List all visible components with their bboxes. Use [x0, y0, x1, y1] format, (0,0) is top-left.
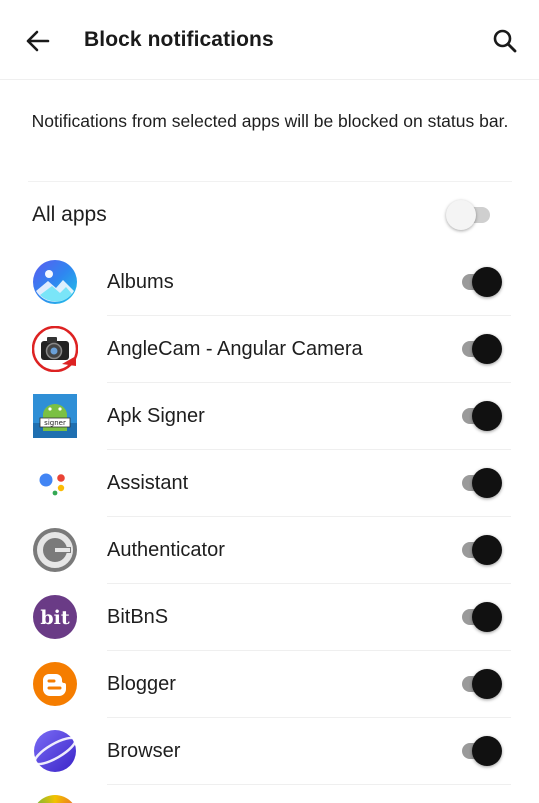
block-toggle[interactable] — [456, 266, 504, 298]
toggle-thumb — [472, 535, 502, 565]
app-list: Albums AngleCam - Angular Camera signer … — [0, 249, 539, 803]
block-toggle[interactable] — [456, 735, 504, 767]
all-apps-toggle[interactable] — [446, 199, 494, 231]
page-title: Block notifications — [84, 28, 274, 51]
list-item-authenticator[interactable]: Authenticator — [0, 517, 539, 584]
list-item-apk-signer[interactable]: signer Apk Signer — [0, 383, 539, 450]
list-item-albums[interactable]: Albums — [0, 249, 539, 316]
app-name: Assistant — [107, 472, 189, 494]
block-toggle[interactable] — [456, 400, 504, 432]
assistant-icon — [32, 460, 78, 506]
block-toggle[interactable] — [456, 467, 504, 499]
divider — [28, 181, 512, 182]
all-apps-row[interactable]: All apps — [0, 183, 539, 249]
toggle-thumb — [472, 736, 502, 766]
list-item-anglecam[interactable]: AngleCam - Angular Camera — [0, 316, 539, 383]
svg-text:signer: signer — [44, 419, 66, 427]
apk-signer-icon: signer — [32, 393, 78, 439]
block-toggle[interactable] — [456, 668, 504, 700]
list-item-partial — [0, 785, 539, 803]
bitbns-logo-text: bit — [40, 607, 70, 629]
app-name: BitBnS — [107, 606, 169, 628]
block-toggle[interactable] — [456, 333, 504, 365]
bitbns-icon: bit — [32, 594, 78, 640]
block-toggle[interactable] — [456, 534, 504, 566]
all-apps-label: All apps — [32, 203, 107, 226]
app-name: Albums — [107, 271, 174, 293]
list-item-assistant[interactable]: Assistant — [0, 450, 539, 517]
anglecam-icon — [31, 325, 79, 373]
list-item-blogger[interactable]: Blogger — [0, 651, 539, 718]
app-name: Authenticator — [107, 539, 225, 561]
app-name: AngleCam - Angular Camera — [107, 338, 363, 360]
toggle-thumb — [472, 468, 502, 498]
authenticator-icon — [32, 527, 78, 573]
app-name: Apk Signer — [107, 405, 205, 427]
toggle-thumb — [472, 602, 502, 632]
app-name: Browser — [107, 740, 181, 762]
search-icon — [493, 29, 517, 53]
app-name: Blogger — [107, 673, 176, 695]
toggle-thumb — [472, 267, 502, 297]
description-text: Notifications from selected apps will be… — [31, 111, 509, 131]
toggle-thumb — [472, 334, 502, 364]
list-item-bitbns[interactable]: bit BitBnS — [0, 584, 539, 651]
blogger-icon — [32, 661, 78, 707]
browser-icon — [32, 728, 78, 774]
toggle-thumb — [472, 401, 502, 431]
app-bar: Block notifications — [0, 0, 539, 80]
albums-icon — [32, 259, 78, 305]
block-toggle[interactable] — [456, 601, 504, 633]
search-button[interactable] — [488, 24, 522, 58]
partial-app-icon — [32, 795, 78, 803]
back-button[interactable] — [20, 24, 54, 58]
arrow-left-icon — [26, 30, 50, 52]
toggle-thumb — [472, 669, 502, 699]
toggle-thumb — [446, 200, 476, 230]
list-item-browser[interactable]: Browser — [0, 718, 539, 785]
